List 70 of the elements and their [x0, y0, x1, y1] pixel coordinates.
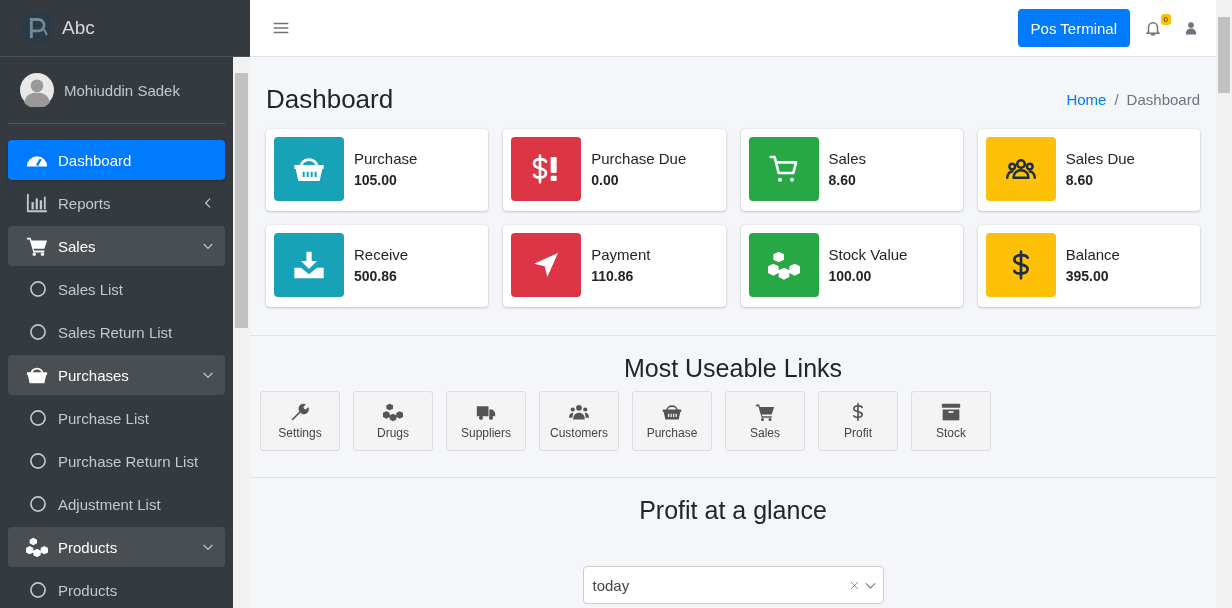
notification-badge: 0 [1160, 14, 1171, 25]
sidebar-subitem[interactable]: Purchase Return List [8, 441, 225, 481]
stat-label: Balance [1065, 246, 1120, 263]
section-title: Profit at a glance [638, 496, 828, 525]
cart-icon [26, 235, 48, 257]
user-icon[interactable] [1184, 21, 1198, 35]
wrench-icon [290, 402, 310, 422]
users-icon [569, 402, 589, 422]
quick-link-button[interactable]: Profit [818, 391, 898, 451]
quick-link-button[interactable]: Sales [725, 391, 805, 451]
avatar-icon [20, 73, 54, 107]
logo-icon [20, 11, 54, 45]
sidebar-item[interactable]: Purchases [8, 355, 225, 395]
circle-icon [28, 322, 48, 342]
stat-label: Sales [828, 150, 867, 167]
period-select[interactable]: today [582, 566, 884, 604]
stat-value: 105.00 [354, 172, 398, 188]
quick-link-button[interactable]: Suppliers [446, 391, 526, 451]
stat-value: 100.00 [828, 268, 873, 284]
cubes-icon [383, 402, 403, 422]
pos-terminal-button[interactable]: Pos Terminal [1017, 9, 1130, 47]
bar-chart-icon [26, 192, 48, 214]
clear-icon [848, 579, 860, 591]
sidebar-subitem[interactable]: Sales Return List [8, 312, 225, 352]
sidebar-subitem[interactable]: Sales List [8, 269, 225, 309]
stat-label: Receive [354, 246, 409, 263]
stat-label: Stock Value [828, 246, 908, 263]
circle-icon [28, 580, 48, 600]
sidebar-subitem[interactable]: Products [8, 570, 225, 608]
basket-icon [662, 402, 682, 422]
quick-link-button[interactable]: Customers [539, 391, 619, 451]
section-title: Most Useable Links [622, 354, 844, 383]
stat-label: Payment [591, 246, 651, 263]
page-scrollbar[interactable] [1216, 0, 1232, 608]
sidebar-item[interactable]: Dashboard [8, 140, 225, 180]
circle-icon [28, 279, 48, 299]
page-title: Dashboard [266, 83, 394, 115]
user-name[interactable]: Mohiuddin Sadek [64, 81, 180, 99]
quick-link-button[interactable]: Stock [911, 391, 991, 451]
circle-icon [28, 451, 48, 471]
circle-icon [28, 408, 48, 428]
breadcrumb-item: Dashboard [1126, 90, 1200, 108]
brand-name[interactable]: Abc [62, 17, 95, 39]
quick-link-button[interactable]: Purchase [632, 391, 712, 451]
circle-icon [28, 494, 48, 514]
sidebar-item[interactable]: Sales [8, 226, 225, 266]
quick-link-button[interactable]: Settings [260, 391, 340, 451]
stat-label: Purchase [354, 150, 418, 167]
sidebar-item[interactable]: Products [8, 527, 225, 567]
stat-label: Purchase Due [591, 150, 687, 167]
archive-icon [941, 402, 961, 422]
cubes-icon [26, 536, 48, 558]
sidebar-subitem[interactable]: Adjustment List [8, 484, 225, 524]
bell-icon[interactable] [1144, 19, 1162, 37]
stat-value: 395.00 [1065, 268, 1110, 284]
download-icon [293, 249, 325, 281]
breadcrumb-separator: / [1114, 90, 1119, 108]
breadcrumb-item[interactable]: Home [1066, 90, 1107, 108]
stat-value: 8.60 [828, 172, 857, 188]
stat-label: Sales Due [1065, 150, 1135, 167]
sidebar-scrollbar[interactable] [233, 57, 250, 608]
sidebar-subitem[interactable]: Purchase List [8, 398, 225, 438]
cart-icon [755, 402, 775, 422]
quick-link-button[interactable]: Drugs [353, 391, 433, 451]
sidebar-item[interactable]: Reports [8, 183, 225, 223]
stat-value: 8.60 [1065, 172, 1094, 188]
cubes-icon [767, 249, 800, 281]
stat-value: 0.00 [591, 172, 620, 188]
stat-value: 110.86 [591, 268, 635, 284]
stat-value: 500.86 [354, 268, 398, 284]
